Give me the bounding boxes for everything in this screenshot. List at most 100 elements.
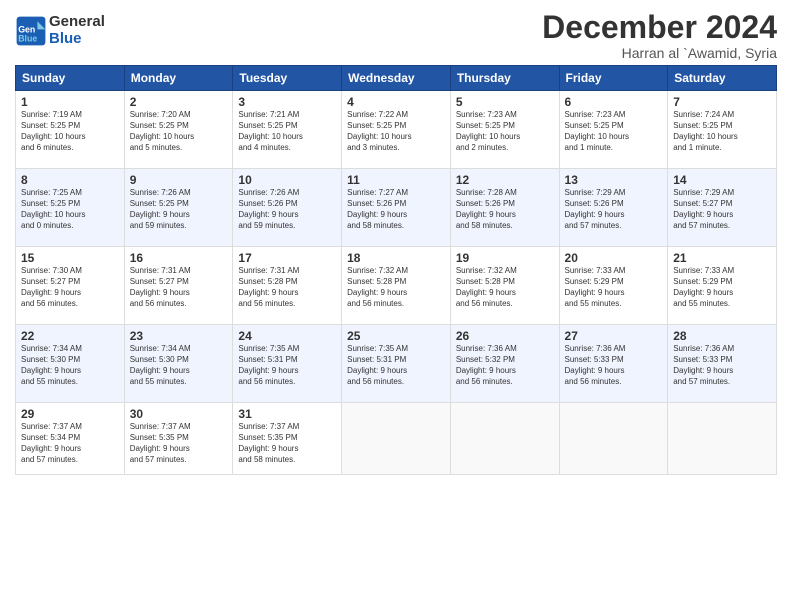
day-content: Sunrise: 7:23 AMSunset: 5:25 PMDaylight:…	[565, 110, 663, 153]
day-number: 27	[565, 329, 663, 343]
calendar-cell: 16Sunrise: 7:31 AMSunset: 5:27 PMDayligh…	[124, 247, 233, 325]
calendar-cell: 29Sunrise: 7:37 AMSunset: 5:34 PMDayligh…	[16, 403, 125, 475]
calendar-week-5: 29Sunrise: 7:37 AMSunset: 5:34 PMDayligh…	[16, 403, 777, 475]
day-number: 7	[673, 95, 771, 109]
day-content: Sunrise: 7:22 AMSunset: 5:25 PMDaylight:…	[347, 110, 445, 153]
day-number: 9	[130, 173, 228, 187]
day-number: 21	[673, 251, 771, 265]
month-title: December 2024	[542, 10, 777, 45]
day-number: 3	[238, 95, 336, 109]
calendar-cell: 23Sunrise: 7:34 AMSunset: 5:30 PMDayligh…	[124, 325, 233, 403]
day-content: Sunrise: 7:33 AMSunset: 5:29 PMDaylight:…	[565, 266, 663, 309]
day-number: 14	[673, 173, 771, 187]
day-content: Sunrise: 7:26 AMSunset: 5:25 PMDaylight:…	[130, 188, 228, 231]
calendar-cell: 30Sunrise: 7:37 AMSunset: 5:35 PMDayligh…	[124, 403, 233, 475]
calendar-cell: 3Sunrise: 7:21 AMSunset: 5:25 PMDaylight…	[233, 91, 342, 169]
calendar-cell: 17Sunrise: 7:31 AMSunset: 5:28 PMDayligh…	[233, 247, 342, 325]
calendar-cell	[450, 403, 559, 475]
day-content: Sunrise: 7:25 AMSunset: 5:25 PMDaylight:…	[21, 188, 119, 231]
day-content: Sunrise: 7:34 AMSunset: 5:30 PMDaylight:…	[130, 344, 228, 387]
day-number: 17	[238, 251, 336, 265]
day-header-wednesday: Wednesday	[342, 66, 451, 91]
day-number: 6	[565, 95, 663, 109]
day-number: 25	[347, 329, 445, 343]
calendar-cell	[559, 403, 668, 475]
day-number: 22	[21, 329, 119, 343]
logo-wordmark: General Blue	[49, 14, 105, 47]
day-number: 18	[347, 251, 445, 265]
day-number: 19	[456, 251, 554, 265]
day-number: 5	[456, 95, 554, 109]
day-content: Sunrise: 7:26 AMSunset: 5:26 PMDaylight:…	[238, 188, 336, 231]
day-number: 2	[130, 95, 228, 109]
day-header-monday: Monday	[124, 66, 233, 91]
day-number: 12	[456, 173, 554, 187]
calendar-cell: 4Sunrise: 7:22 AMSunset: 5:25 PMDaylight…	[342, 91, 451, 169]
calendar-cell: 19Sunrise: 7:32 AMSunset: 5:28 PMDayligh…	[450, 247, 559, 325]
day-number: 31	[238, 407, 336, 421]
day-number: 8	[21, 173, 119, 187]
calendar-cell: 8Sunrise: 7:25 AMSunset: 5:25 PMDaylight…	[16, 169, 125, 247]
calendar-cell: 5Sunrise: 7:23 AMSunset: 5:25 PMDaylight…	[450, 91, 559, 169]
day-content: Sunrise: 7:29 AMSunset: 5:27 PMDaylight:…	[673, 188, 771, 231]
calendar-week-2: 8Sunrise: 7:25 AMSunset: 5:25 PMDaylight…	[16, 169, 777, 247]
day-header-friday: Friday	[559, 66, 668, 91]
day-header-thursday: Thursday	[450, 66, 559, 91]
day-number: 13	[565, 173, 663, 187]
svg-text:Blue: Blue	[18, 33, 37, 43]
calendar-cell: 13Sunrise: 7:29 AMSunset: 5:26 PMDayligh…	[559, 169, 668, 247]
day-content: Sunrise: 7:37 AMSunset: 5:34 PMDaylight:…	[21, 422, 119, 465]
day-content: Sunrise: 7:31 AMSunset: 5:27 PMDaylight:…	[130, 266, 228, 309]
calendar-cell: 22Sunrise: 7:34 AMSunset: 5:30 PMDayligh…	[16, 325, 125, 403]
calendar-cell: 24Sunrise: 7:35 AMSunset: 5:31 PMDayligh…	[233, 325, 342, 403]
day-content: Sunrise: 7:21 AMSunset: 5:25 PMDaylight:…	[238, 110, 336, 153]
day-number: 15	[21, 251, 119, 265]
page-container: Gen Blue General Blue December 2024 Harr…	[0, 0, 792, 483]
day-content: Sunrise: 7:34 AMSunset: 5:30 PMDaylight:…	[21, 344, 119, 387]
day-header-saturday: Saturday	[668, 66, 777, 91]
calendar-cell: 12Sunrise: 7:28 AMSunset: 5:26 PMDayligh…	[450, 169, 559, 247]
calendar-cell	[342, 403, 451, 475]
day-number: 30	[130, 407, 228, 421]
calendar-cell: 9Sunrise: 7:26 AMSunset: 5:25 PMDaylight…	[124, 169, 233, 247]
calendar-cell: 10Sunrise: 7:26 AMSunset: 5:26 PMDayligh…	[233, 169, 342, 247]
day-content: Sunrise: 7:19 AMSunset: 5:25 PMDaylight:…	[21, 110, 119, 153]
day-content: Sunrise: 7:33 AMSunset: 5:29 PMDaylight:…	[673, 266, 771, 309]
calendar-cell: 20Sunrise: 7:33 AMSunset: 5:29 PMDayligh…	[559, 247, 668, 325]
day-number: 28	[673, 329, 771, 343]
day-content: Sunrise: 7:37 AMSunset: 5:35 PMDaylight:…	[238, 422, 336, 465]
calendar-cell	[668, 403, 777, 475]
calendar-week-3: 15Sunrise: 7:30 AMSunset: 5:27 PMDayligh…	[16, 247, 777, 325]
calendar-week-4: 22Sunrise: 7:34 AMSunset: 5:30 PMDayligh…	[16, 325, 777, 403]
day-content: Sunrise: 7:29 AMSunset: 5:26 PMDaylight:…	[565, 188, 663, 231]
day-content: Sunrise: 7:36 AMSunset: 5:32 PMDaylight:…	[456, 344, 554, 387]
day-number: 24	[238, 329, 336, 343]
day-number: 16	[130, 251, 228, 265]
logo-general: General	[49, 13, 105, 30]
day-content: Sunrise: 7:32 AMSunset: 5:28 PMDaylight:…	[456, 266, 554, 309]
day-number: 20	[565, 251, 663, 265]
calendar-cell: 11Sunrise: 7:27 AMSunset: 5:26 PMDayligh…	[342, 169, 451, 247]
logo: Gen Blue General Blue	[15, 14, 105, 47]
header: Gen Blue General Blue December 2024 Harr…	[15, 10, 777, 61]
calendar-header-row: SundayMondayTuesdayWednesdayThursdayFrid…	[16, 66, 777, 91]
day-content: Sunrise: 7:32 AMSunset: 5:28 PMDaylight:…	[347, 266, 445, 309]
calendar-cell: 26Sunrise: 7:36 AMSunset: 5:32 PMDayligh…	[450, 325, 559, 403]
day-content: Sunrise: 7:28 AMSunset: 5:26 PMDaylight:…	[456, 188, 554, 231]
day-content: Sunrise: 7:20 AMSunset: 5:25 PMDaylight:…	[130, 110, 228, 153]
calendar-cell: 21Sunrise: 7:33 AMSunset: 5:29 PMDayligh…	[668, 247, 777, 325]
day-content: Sunrise: 7:36 AMSunset: 5:33 PMDaylight:…	[565, 344, 663, 387]
day-content: Sunrise: 7:27 AMSunset: 5:26 PMDaylight:…	[347, 188, 445, 231]
day-content: Sunrise: 7:35 AMSunset: 5:31 PMDaylight:…	[238, 344, 336, 387]
day-content: Sunrise: 7:30 AMSunset: 5:27 PMDaylight:…	[21, 266, 119, 309]
logo-blue: Blue	[49, 30, 82, 47]
day-number: 10	[238, 173, 336, 187]
title-block: December 2024 Harran al `Awamid, Syria	[542, 10, 777, 61]
logo-icon: Gen Blue	[15, 15, 47, 47]
calendar-cell: 18Sunrise: 7:32 AMSunset: 5:28 PMDayligh…	[342, 247, 451, 325]
day-number: 26	[456, 329, 554, 343]
day-number: 11	[347, 173, 445, 187]
calendar-cell: 7Sunrise: 7:24 AMSunset: 5:25 PMDaylight…	[668, 91, 777, 169]
calendar-cell: 1Sunrise: 7:19 AMSunset: 5:25 PMDaylight…	[16, 91, 125, 169]
calendar-cell: 2Sunrise: 7:20 AMSunset: 5:25 PMDaylight…	[124, 91, 233, 169]
